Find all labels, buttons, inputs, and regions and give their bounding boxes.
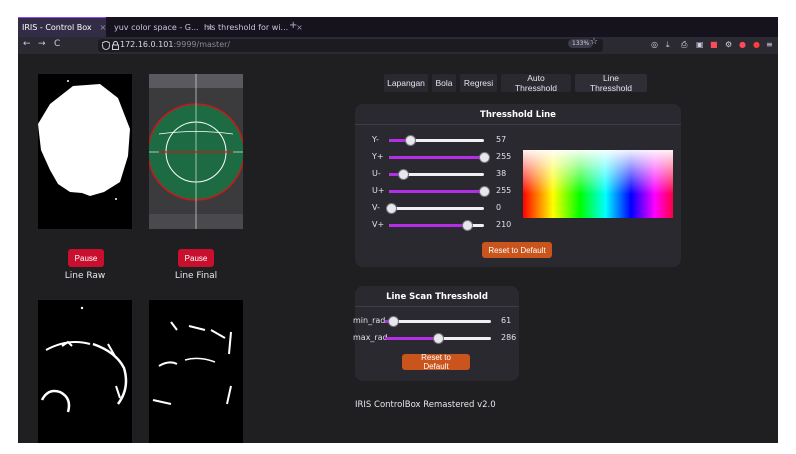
bookmark-star-icon[interactable]: ☆ xyxy=(590,37,598,47)
extension-red2-icon[interactable]: ● xyxy=(739,40,746,49)
browser-tab-iris[interactable]: IRIS - Control Box × xyxy=(18,17,106,37)
tab-auto-thresshold[interactable]: Auto Thresshold xyxy=(501,73,571,93)
slider-thumb[interactable] xyxy=(479,152,490,163)
url-host: 172.16.0.101 xyxy=(120,40,174,49)
slider-value: 255 xyxy=(496,186,512,195)
panel-title-threshold-line: Thresshold Line xyxy=(480,110,556,120)
slider-value: 255 xyxy=(496,152,512,161)
camera-line-final-scan xyxy=(149,300,243,443)
slider-thumb[interactable] xyxy=(398,169,410,180)
reset-line-scan-button[interactable]: Reset to Default xyxy=(402,353,470,371)
threshold-line-panel: Thresshold Line Y- 57 Y+ 255 U- 38 U+ 25… xyxy=(355,104,681,267)
slider-value: 38 xyxy=(496,169,507,178)
page-content: Pause Pause Line Raw Line Final Lapangan… xyxy=(18,54,778,443)
slider-thumb[interactable] xyxy=(385,203,397,214)
tab-bola[interactable]: Bola xyxy=(432,74,456,92)
camera-label-line-raw: Line Raw xyxy=(64,271,106,281)
camera-line-raw-scan xyxy=(38,300,132,443)
screenshot-icon[interactable]: ▣ xyxy=(696,40,704,49)
url-path: :9999/master/ xyxy=(173,40,231,49)
slider-track[interactable] xyxy=(385,316,491,327)
browser-tab-hls[interactable]: hls threshold for wi... × xyxy=(200,17,303,37)
slider-track[interactable] xyxy=(389,169,484,180)
reset-threshold-line-button[interactable]: Reset to Default xyxy=(482,242,552,258)
slider-track[interactable] xyxy=(389,186,490,197)
shield-icon xyxy=(102,41,110,50)
slider-thumb[interactable] xyxy=(433,333,444,344)
slider-thumb[interactable] xyxy=(388,316,400,327)
slider-value: 57 xyxy=(496,135,507,144)
forward-button[interactable]: → xyxy=(38,39,46,49)
slider-label: U+ xyxy=(372,186,385,195)
extension-red-icon[interactable]: ■ xyxy=(710,40,718,49)
color-space-grid-marks: · · · · · · · · · · · · · · · · · · · · … xyxy=(529,202,633,206)
slider-thumb[interactable] xyxy=(404,135,416,146)
tab-title: IRIS - Control Box xyxy=(22,23,92,32)
slider-track[interactable] xyxy=(389,135,484,146)
tab-bar: IRIS - Control Box × yuv color space - G… xyxy=(18,17,778,37)
download-icon[interactable]: ⤓ xyxy=(666,40,670,50)
extension-red3-icon[interactable]: ● xyxy=(753,40,760,49)
extension-icon[interactable]: ⚙ xyxy=(725,40,732,49)
new-tab-button[interactable]: + xyxy=(289,20,297,31)
slider-value: 286 xyxy=(501,333,517,342)
camera-label-line-final: Line Final xyxy=(174,271,218,281)
navigation-bar: ← → C 172.16.0.101:9999/master/ 133% ☆ ◎… xyxy=(18,37,778,54)
slider-value: 0 xyxy=(496,203,502,212)
slider-value: 61 xyxy=(501,316,512,325)
footer-version: IRIS ControlBox Remastered v2.0 xyxy=(355,400,496,410)
tab-title: yuv color space - G... xyxy=(114,22,199,32)
slider-track[interactable] xyxy=(385,203,484,214)
panel-divider xyxy=(355,124,681,125)
slider-track[interactable] xyxy=(389,220,484,231)
slider-thumb[interactable] xyxy=(461,220,473,231)
browser-tab-yuv[interactable]: yuv color space - G... × xyxy=(110,17,213,37)
tab-title: hls threshold for wi... xyxy=(204,22,289,32)
slider-label: min_rad xyxy=(353,316,386,325)
slider-label: U- xyxy=(372,169,381,178)
lock-icon xyxy=(112,41,119,50)
reload-button[interactable]: C xyxy=(54,39,60,49)
tab-lapangan[interactable]: Lapangan xyxy=(384,74,428,92)
slider-label: V+ xyxy=(372,220,385,229)
back-button[interactable]: ← xyxy=(23,39,31,49)
close-icon[interactable]: × xyxy=(100,23,107,32)
slider-label: V- xyxy=(372,203,380,212)
pause-button-line-final[interactable]: Pause xyxy=(178,249,214,267)
camera-line-raw xyxy=(38,74,132,229)
tab-regresi[interactable]: Regresi xyxy=(460,74,497,92)
slider-label: Y- xyxy=(372,135,379,144)
menu-icon[interactable]: ≡ xyxy=(766,40,773,49)
pause-button-line-raw[interactable]: Pause xyxy=(68,249,104,267)
slider-label: max_rad xyxy=(353,333,388,342)
browser-window: IRIS - Control Box × yuv color space - G… xyxy=(18,17,778,443)
slider-value: 210 xyxy=(496,220,512,229)
slider-thumb[interactable] xyxy=(479,186,490,197)
address-bar[interactable]: 172.16.0.101:9999/master/ xyxy=(98,39,603,52)
print-icon[interactable]: ⎙ xyxy=(681,40,687,50)
panel-divider xyxy=(355,306,519,307)
slider-track[interactable] xyxy=(389,152,490,163)
url-text: 172.16.0.101:9999/master/ xyxy=(120,40,230,49)
panel-title-line-scan: Line Scan Thresshold xyxy=(386,292,488,302)
line-scan-panel: Line Scan Thresshold min_rad 61 max_rad … xyxy=(353,286,519,381)
tab-line-thresshold[interactable]: Line Thresshold xyxy=(575,73,647,93)
slider-label: Y+ xyxy=(372,152,384,161)
camera-line-final xyxy=(149,74,243,229)
slider-track[interactable] xyxy=(385,333,491,344)
pocket-icon[interactable]: ◎ xyxy=(651,40,658,49)
yuv-color-space-preview: · · · · · · · · · · · · · · · · · · · · … xyxy=(523,150,673,218)
